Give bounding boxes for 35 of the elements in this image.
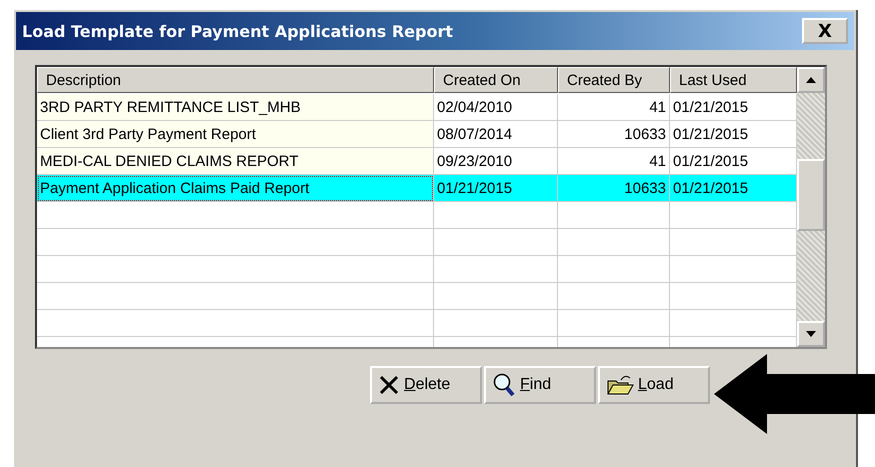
column-header[interactable]: Created On: [434, 67, 558, 93]
table-cell[interactable]: Client 3rd Party Payment Report: [37, 121, 434, 148]
load-button[interactable]: Load: [598, 366, 710, 404]
arrow-icon: [712, 352, 875, 437]
table-cell[interactable]: 3RD PARTY REMITTANCE LIST_MHB: [37, 94, 434, 121]
table-cell[interactable]: 41: [558, 94, 670, 121]
scroll-up-button[interactable]: [797, 67, 825, 93]
delete-button[interactable]: Delete: [370, 366, 482, 404]
table-cell[interactable]: 01/21/2015: [670, 94, 797, 121]
table-cell[interactable]: 01/21/2015: [670, 121, 797, 148]
find-button[interactable]: Find: [484, 366, 596, 404]
close-icon: [378, 374, 400, 396]
table-cell[interactable]: 09/23/2010: [434, 148, 558, 175]
up-arrow-icon: [806, 77, 816, 83]
window-title: Load Template for Payment Applications Report: [22, 22, 454, 40]
table-cell[interactable]: 08/07/2014: [434, 121, 558, 148]
scrollbar-thumb[interactable]: [797, 159, 825, 231]
table-cell[interactable]: 01/21/2015: [670, 175, 797, 202]
column-header[interactable]: Description: [37, 67, 434, 93]
down-arrow-icon: [806, 331, 816, 337]
table-cell[interactable]: Payment Application Claims Paid Report: [37, 175, 434, 202]
scroll-down-button[interactable]: [797, 321, 825, 347]
column-header[interactable]: Created By: [558, 67, 670, 93]
column-header[interactable]: Last Used: [670, 67, 797, 93]
table-cell[interactable]: MEDI-CAL DENIED CLAIMS REPORT: [37, 148, 434, 175]
close-button[interactable]: X: [802, 18, 848, 44]
table-cell[interactable]: 10633: [558, 175, 670, 202]
folder-icon: [606, 374, 634, 396]
scrollbar[interactable]: [797, 67, 825, 347]
table-cell[interactable]: 10633: [558, 121, 670, 148]
table-cell[interactable]: 01/21/2015: [434, 175, 558, 202]
search-icon: [492, 372, 516, 398]
table-cell[interactable]: 02/04/2010: [434, 94, 558, 121]
table-cell[interactable]: 41: [558, 148, 670, 175]
table-cell[interactable]: 01/21/2015: [670, 148, 797, 175]
